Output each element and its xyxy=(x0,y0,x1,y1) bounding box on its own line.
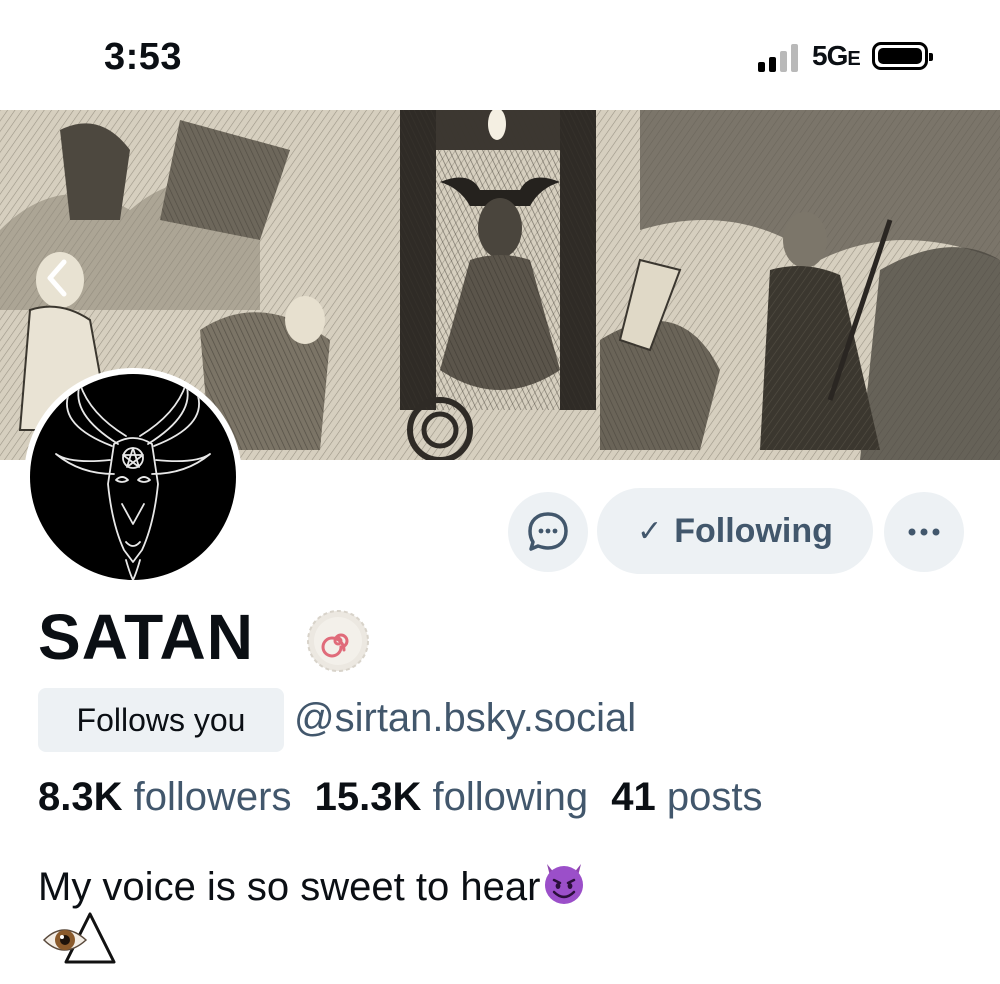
status-bar: 3:53 5GE xyxy=(0,0,1000,110)
signal-icon xyxy=(758,44,806,72)
message-button[interactable] xyxy=(508,492,588,572)
following-label: following xyxy=(432,775,589,819)
more-options-button[interactable] xyxy=(884,492,964,572)
goat-head-icon xyxy=(55,383,211,580)
follows-you-badge: Follows you xyxy=(38,688,284,752)
bio-text: My voice is so sweet to hear xyxy=(38,865,541,909)
check-icon: ✓ xyxy=(637,514,663,548)
network-type: 5GE xyxy=(812,40,861,72)
back-button[interactable] xyxy=(34,250,84,306)
ellipsis-icon xyxy=(908,528,940,536)
network-label: 5G xyxy=(812,40,848,71)
following-button[interactable]: ✓ Following xyxy=(597,488,873,574)
followers-count: 8.3K xyxy=(38,775,123,819)
display-name: SATAN xyxy=(38,601,254,673)
swirl-badge-icon xyxy=(307,610,369,672)
chevron-left-icon xyxy=(47,259,67,297)
posts-count-group: 41 posts xyxy=(611,775,774,819)
avatar-image xyxy=(30,374,236,580)
following-button-label: Following xyxy=(674,511,833,550)
status-time: 3:53 xyxy=(104,36,183,78)
chat-bubble-icon xyxy=(528,512,568,551)
profile-bio: My voice is so sweet to hear xyxy=(38,858,588,910)
smiling-devil-emoji xyxy=(545,864,584,904)
profile-stats: 8.3K followers 15.3K following 41 posts xyxy=(38,775,774,820)
network-suffix: E xyxy=(847,48,860,70)
following-count: 15.3K xyxy=(314,775,422,819)
battery-icon xyxy=(872,42,933,70)
avatar[interactable] xyxy=(24,368,242,586)
eye-in-triangle-emoji xyxy=(42,912,116,964)
handle[interactable]: @sirtan.bsky.social xyxy=(294,696,636,741)
following-link[interactable]: 15.3K following xyxy=(315,775,601,819)
followers-link[interactable]: 8.3K followers xyxy=(38,775,303,819)
posts-label: posts xyxy=(666,775,763,819)
posts-count: 41 xyxy=(611,775,656,819)
followers-label: followers xyxy=(133,775,292,819)
